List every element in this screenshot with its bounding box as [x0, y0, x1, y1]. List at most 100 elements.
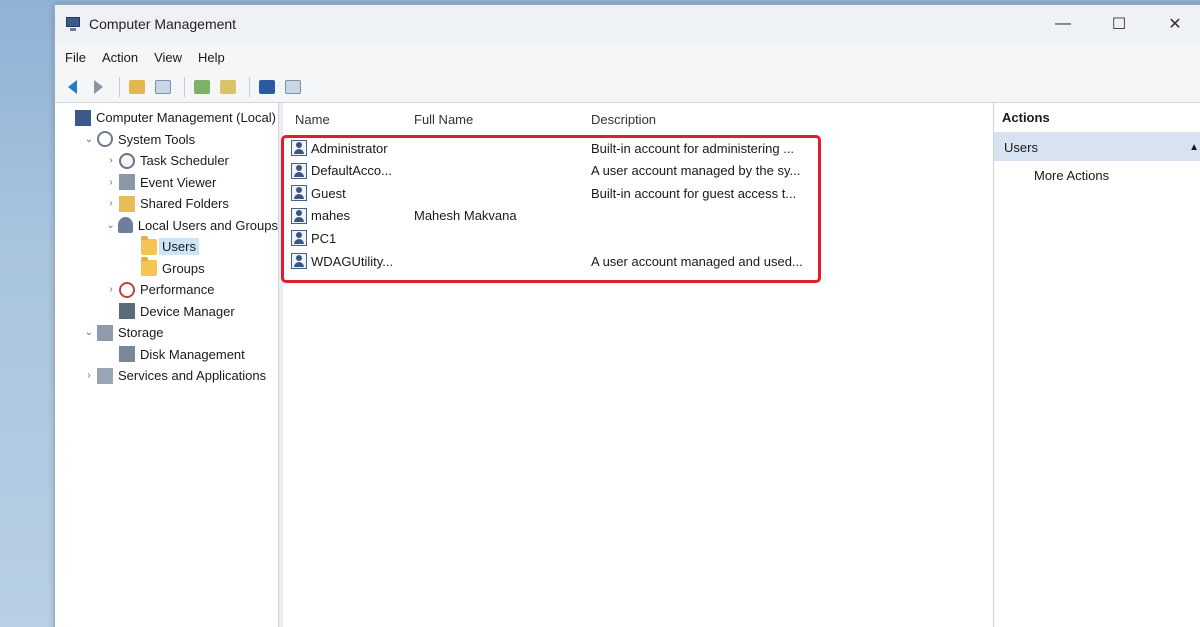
actions-title: Actions	[994, 103, 1200, 133]
user-row-name[interactable]: WDAGUtility...	[311, 250, 393, 272]
tree-node[interactable]: › Performance	[55, 279, 278, 301]
up-folder-icon	[129, 79, 145, 94]
more-actions-item[interactable]: More Actions	[994, 161, 1200, 189]
back-button[interactable]	[61, 76, 83, 98]
tree-node-label: Local Users and Groups	[137, 217, 278, 233]
show-hide-console-tree-button[interactable]	[152, 76, 174, 98]
tree-node[interactable]: Users	[55, 235, 278, 258]
user-icon	[291, 253, 307, 269]
refresh-icon	[194, 79, 210, 94]
tree-node-label: Shared Folders	[140, 196, 229, 212]
user-icon	[291, 185, 307, 202]
tree-node-label: Performance	[140, 282, 215, 298]
forward-arrow-icon	[93, 79, 103, 94]
expand-toggle-icon[interactable]: ›	[105, 177, 117, 188]
action-pane-icon	[285, 79, 301, 94]
user-row-description[interactable]: A user account managed and used...	[591, 250, 803, 272]
tree-node-label: Computer Management (Local)	[96, 110, 276, 126]
tree-node[interactable]: Computer Management (Local)	[55, 107, 278, 129]
column-header-description[interactable]: Description	[591, 112, 656, 127]
folder-icon	[141, 257, 157, 277]
tree-node-label: System Tools	[118, 131, 196, 147]
up-folder-button[interactable]	[126, 76, 148, 98]
tree-node[interactable]: ⌄ Storage	[55, 322, 278, 344]
title-bar[interactable]: Computer Management — ☐ ✕	[55, 5, 1200, 43]
menu-file[interactable]: File	[65, 50, 86, 65]
performance-icon	[119, 281, 135, 298]
clock-icon	[119, 152, 135, 169]
log-icon	[119, 174, 135, 191]
tree-node[interactable]: › Event Viewer	[55, 172, 278, 194]
menu-action[interactable]: Action	[102, 50, 138, 65]
tree-node[interactable]: Groups	[55, 257, 278, 280]
tree-node[interactable]: ⌄ Local Users and Groups	[55, 215, 278, 237]
user-icon	[291, 140, 307, 156]
computer-management-window: Computer Management — ☐ ✕ File Action Vi…	[54, 4, 1200, 627]
close-button[interactable]: ✕	[1147, 5, 1200, 43]
computer-management-icon	[65, 16, 81, 32]
expand-toggle-icon[interactable]: ›	[105, 155, 117, 166]
tree-node-label: Groups	[162, 260, 205, 276]
tree-node-label: Services and Applications	[118, 368, 267, 384]
tree-node-label: Disk Management	[140, 346, 245, 362]
window-title: Computer Management	[89, 16, 237, 32]
user-row-name[interactable]: DefaultAcco...	[311, 160, 392, 182]
menu-view[interactable]: View	[154, 50, 182, 65]
expand-toggle-icon[interactable]: ⌄	[105, 220, 116, 231]
user-row-description[interactable]: A user account managed by the sy...	[591, 160, 800, 182]
tree-node[interactable]: ⌄ System Tools	[55, 129, 278, 151]
user-row-description[interactable]: Built-in account for administering ...	[591, 137, 794, 159]
tree-node[interactable]: › Services and Applications	[55, 365, 278, 387]
toolbar	[55, 71, 1200, 103]
tree-node-label: Task Scheduler	[140, 153, 229, 169]
maximize-button[interactable]: ☐	[1091, 5, 1147, 43]
tree-node[interactable]: Device Manager	[55, 301, 278, 323]
help-icon	[259, 79, 275, 94]
users-icon	[118, 217, 133, 234]
refresh-button[interactable]	[191, 76, 213, 98]
shared-folder-icon	[119, 195, 135, 212]
tree-node[interactable]: › Shared Folders	[55, 193, 278, 215]
user-row-fullname[interactable]: Mahesh Makvana	[414, 205, 517, 227]
user-row-name[interactable]: PC1	[311, 227, 336, 249]
tree-node[interactable]: › Task Scheduler	[55, 150, 278, 172]
tree-node-label: Users	[159, 238, 199, 256]
storage-icon	[97, 324, 113, 341]
user-icon	[291, 207, 307, 224]
user-row-name[interactable]: mahes	[311, 205, 350, 227]
column-header-full-name[interactable]: Full Name	[414, 112, 473, 127]
export-list-button[interactable]	[217, 76, 239, 98]
collapse-caret-icon[interactable]: ▲	[1189, 142, 1199, 153]
services-icon	[97, 367, 113, 384]
user-row-description[interactable]: Built-in account for guest access t...	[591, 182, 796, 204]
forward-button[interactable]	[87, 76, 109, 98]
computer-icon	[75, 109, 91, 126]
minimize-button[interactable]: —	[1035, 5, 1091, 43]
user-row-name[interactable]: Guest	[311, 182, 346, 204]
expand-toggle-icon[interactable]: ›	[105, 198, 117, 209]
tree-node-label: Device Manager	[140, 303, 235, 319]
expand-toggle-icon[interactable]: ›	[83, 370, 95, 381]
help-button[interactable]	[256, 76, 278, 98]
column-header-name[interactable]: Name	[295, 112, 330, 127]
console-tree-icon	[155, 79, 171, 94]
expand-toggle-icon[interactable]: ›	[105, 284, 117, 295]
tree-node-label: Event Viewer	[140, 174, 217, 190]
tree-node-label: Storage	[118, 325, 164, 341]
actions-section-label: Users	[1004, 139, 1038, 155]
menu-bar: File Action View Help	[55, 43, 1200, 71]
users-list-view: Name Full Name Description Administrator…	[279, 103, 989, 627]
back-arrow-icon	[67, 79, 77, 94]
user-icon	[291, 162, 307, 179]
actions-pane: Actions Users ▲ More Actions	[993, 103, 1200, 627]
menu-help[interactable]: Help	[198, 50, 225, 65]
show-hide-action-pane-button[interactable]	[282, 76, 304, 98]
expand-toggle-icon[interactable]: ⌄	[83, 134, 95, 145]
actions-section-users[interactable]: Users ▲	[994, 133, 1200, 161]
tree-node[interactable]: Disk Management	[55, 344, 278, 366]
disk-icon	[119, 346, 135, 363]
expand-toggle-icon[interactable]: ⌄	[83, 327, 95, 338]
folder-icon	[141, 235, 157, 255]
tools-icon	[97, 131, 113, 148]
user-row-name[interactable]: Administrator	[311, 137, 388, 159]
